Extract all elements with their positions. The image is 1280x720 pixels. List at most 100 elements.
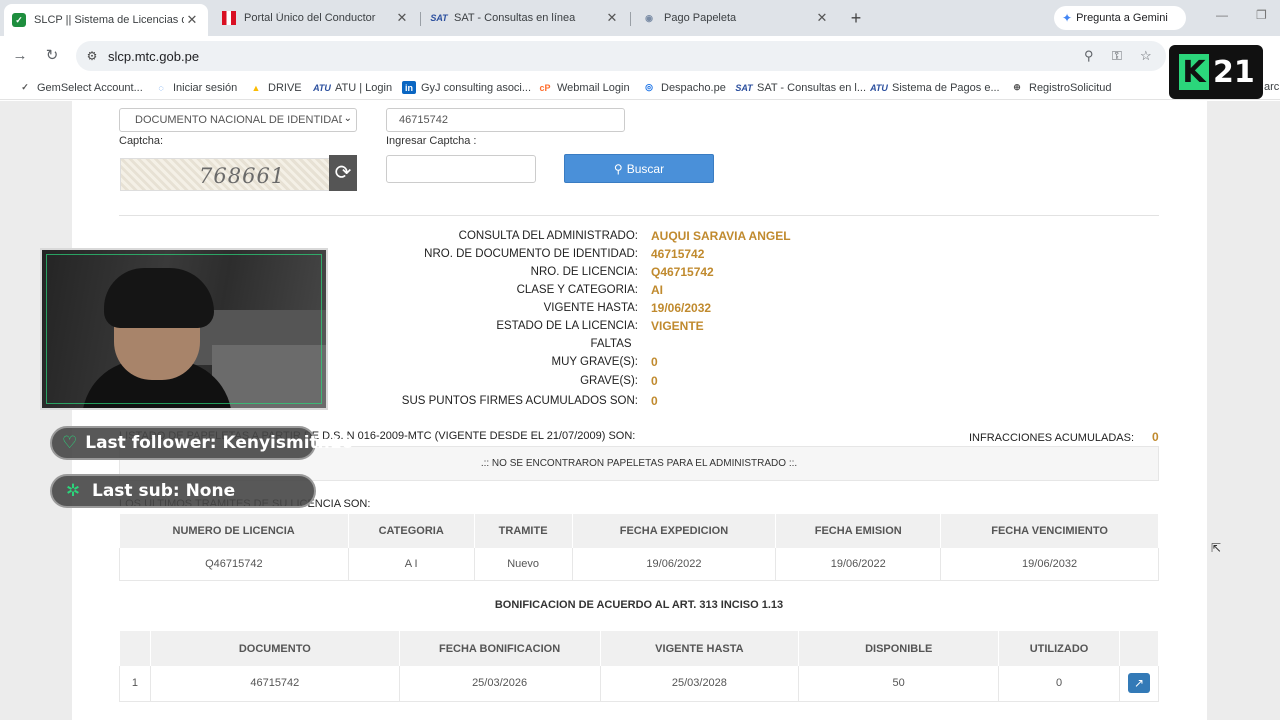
bookmark-label: ATU | Login	[335, 81, 393, 94]
zoom-icon[interactable]: ⚲	[1084, 48, 1094, 64]
tramites-table: NUMERO DE LICENCIA CATEGORIA TRAMITE FEC…	[119, 514, 1159, 581]
bookmark-item[interactable]: ◎ Despacho.pe	[642, 81, 726, 94]
bonificacion-title: BONIFICACION DE ACUERDO AL ART. 313 INCI…	[494, 599, 784, 611]
bookmark-label: GemSelect Account...	[37, 81, 143, 94]
tab-slcp[interactable]: ✓ SLCP || Sistema de Licencias de ✕	[4, 4, 208, 36]
close-icon[interactable]: ✕	[604, 10, 620, 26]
admin-name: AUQUI SARAVIA ANGEL	[651, 229, 791, 243]
bookmark-item[interactable]: SAT SAT - Consultas en l...	[735, 81, 867, 94]
browser-toolbar: → ↻ ⚙ slcp.mtc.gob.pe ⚲ ⚿ ☆	[0, 36, 1280, 76]
column-header: DOCUMENTO	[150, 631, 400, 666]
table-cell: 25/03/2028	[600, 666, 800, 702]
reload-icon[interactable]: ↻	[42, 46, 62, 66]
bookmark-label: GyJ consulting asoci...	[421, 81, 532, 94]
close-icon[interactable]: ✕	[184, 12, 200, 28]
gemini-button[interactable]: ✦ Pregunta a Gemini	[1054, 6, 1186, 30]
info-key: ESTADO DE LA LICENCIA:	[496, 320, 638, 332]
close-icon[interactable]: ✕	[814, 10, 830, 26]
bookmark-item[interactable]: in GyJ consulting asoci...	[402, 81, 531, 94]
url-text: slcp.mtc.gob.pe	[108, 49, 200, 64]
external-link-icon[interactable]: ↗	[1127, 673, 1150, 694]
bookmark-star-icon[interactable]: ☆	[1140, 48, 1152, 64]
bonificacion-table: DOCUMENTO FECHA BONIFICACION VIGENTE HAS…	[119, 631, 1160, 702]
column-header: CATEGORIA	[348, 514, 475, 548]
k21-logo: K 21	[1169, 45, 1263, 99]
column-header: UTILIZADO	[998, 631, 1120, 666]
bookmark-item[interactable]: cP Webmail Login	[538, 81, 630, 94]
bookmark-label: SAT - Consultas en l...	[757, 81, 867, 94]
globe-icon: ⊕	[1013, 82, 1021, 92]
atu-icon: ATU	[313, 82, 331, 93]
close-icon[interactable]: ✕	[394, 10, 410, 26]
valid-until-value: 19/06/2032	[651, 301, 712, 315]
tab-title: SAT - Consultas en línea	[454, 12, 576, 24]
table-cell: A I	[348, 548, 475, 581]
table-cell: 1	[119, 666, 151, 702]
sat-icon: SAT	[735, 82, 753, 93]
site-info-icon[interactable]: ⚙	[84, 48, 100, 64]
grave-count: 0	[651, 374, 658, 388]
bookmark-label: Iniciar sesión	[173, 81, 238, 94]
despacho-icon: ◎	[645, 82, 653, 92]
tab-sat[interactable]: SAT SAT - Consultas en línea ✕	[424, 4, 628, 32]
doc-type-value: DOCUMENTO NACIONAL DE IDENTIDAD	[135, 114, 347, 126]
bookmark-label: Despacho.pe	[661, 81, 726, 94]
bookmark-label: Webmail Login	[557, 81, 630, 94]
table-cell: Q46715742	[119, 548, 349, 581]
atu-icon: ATU	[870, 82, 888, 93]
login-icon: ◌	[158, 82, 164, 93]
column-header: VIGENTE HASTA	[600, 631, 800, 666]
captcha-input[interactable]	[386, 155, 536, 183]
captcha-input-label: Ingresar Captcha :	[386, 135, 477, 147]
key-icon[interactable]: ⚿	[1112, 48, 1122, 64]
cpanel-icon: cP	[539, 82, 551, 93]
minimize-icon[interactable]: —	[1216, 8, 1228, 22]
star-icon: ✲	[65, 481, 81, 500]
chevron-down-icon: ⌄	[341, 113, 352, 124]
bookmark-item[interactable]: ATU Sistema de Pagos e...	[870, 81, 1000, 94]
points-value: 0	[651, 394, 658, 408]
tab-separator	[420, 12, 421, 26]
captcha-image: 768661	[120, 158, 330, 191]
captcha-text: 768661	[199, 164, 286, 188]
restore-icon[interactable]: ❐	[1256, 8, 1267, 22]
gemini-sparkle-icon: ✦	[1062, 11, 1073, 25]
bookmark-item[interactable]: ATU ATU | Login	[313, 81, 393, 94]
table-cell: Nuevo	[474, 548, 573, 581]
license-number-value: Q46715742	[651, 265, 714, 279]
info-key: NRO. DE DOCUMENTO DE IDENTIDAD:	[424, 248, 638, 260]
column-header: TRAMITE	[474, 514, 573, 548]
new-tab-button[interactable]: +	[846, 8, 866, 29]
shield-check-icon: ✓	[12, 13, 26, 27]
last-follower-widget: ♡ Last follower: Kenyismith10	[50, 426, 353, 460]
bookmark-label: Sistema de Pagos e...	[892, 81, 1000, 94]
doc-number-input[interactable]: 46715742	[386, 108, 625, 132]
bookmarks-overflow[interactable]: arc	[1264, 81, 1279, 93]
table-cell: 19/06/2032	[940, 548, 1159, 581]
table-row: Q46715742 A I Nuevo 19/06/2022 19/06/202…	[119, 548, 1159, 581]
tab-portal[interactable]: Portal Único del Conductor ✕	[214, 4, 418, 32]
address-bar[interactable]: ⚙ slcp.mtc.gob.pe ⚲ ⚿ ☆	[76, 41, 1166, 71]
license-status-value: VIGENTE	[651, 319, 704, 333]
bookmark-label: RegistroSolicitud	[1029, 81, 1112, 94]
bookmark-item[interactable]: ✓ GemSelect Account...	[18, 81, 143, 94]
info-key: CONSULTA DEL ADMINISTRADO:	[458, 230, 638, 242]
doc-type-select[interactable]: DOCUMENTO NACIONAL DE IDENTIDAD ⌄	[119, 108, 357, 132]
table-cell: 19/06/2022	[775, 548, 942, 581]
tab-strip: ✓ SLCP || Sistema de Licencias de ✕ Port…	[0, 0, 1280, 36]
forward-icon[interactable]: →	[10, 46, 30, 66]
column-header	[1119, 631, 1160, 666]
gemselect-icon: ✓	[21, 82, 29, 92]
heart-icon: ♡	[62, 433, 78, 452]
doc-number-value: 46715742	[651, 247, 705, 261]
search-button[interactable]: ⚲ Buscar	[564, 154, 714, 183]
bookmark-item[interactable]: ⊕ RegistroSolicitud	[1010, 81, 1112, 94]
peru-flag-icon	[222, 11, 236, 25]
info-key: VIGENTE HASTA:	[543, 302, 638, 314]
column-header: FECHA BONIFICACION	[399, 631, 601, 666]
bookmark-item[interactable]: ▲ DRIVE	[249, 81, 302, 94]
tab-pago-papeleta[interactable]: ◉ Pago Papeleta ✕	[634, 4, 838, 32]
infracciones-label: INFRACCIONES ACUMULADAS:	[969, 432, 1135, 444]
refresh-captcha-icon[interactable]: ⟳	[329, 155, 357, 191]
bookmark-item[interactable]: ◌ Iniciar sesión	[154, 81, 237, 94]
